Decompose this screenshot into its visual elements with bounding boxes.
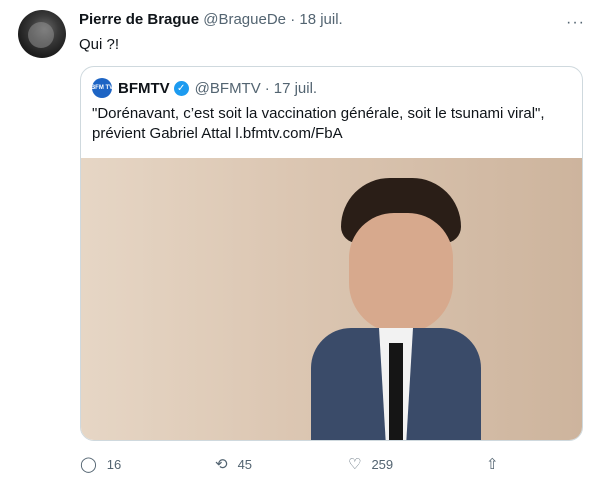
tweet-header: Pierre de Brague @BragueDe · 18 juil. bbox=[79, 11, 343, 28]
portrait-illustration bbox=[311, 178, 481, 440]
share-icon: ⇧ bbox=[486, 456, 499, 473]
more-options-icon[interactable]: ··· bbox=[566, 14, 585, 32]
author-avatar[interactable] bbox=[18, 10, 66, 58]
bfmtv-logo-icon: BFM TV bbox=[91, 78, 113, 98]
tweet-date[interactable]: 18 juil. bbox=[299, 11, 342, 28]
share-button[interactable]: ⇧ bbox=[486, 455, 509, 473]
retweet-button[interactable]: ⟲ 45 bbox=[215, 455, 252, 473]
tweet-card[interactable]: Pierre de Brague @BragueDe · 18 juil. ··… bbox=[0, 0, 603, 483]
separator-dot: · bbox=[290, 11, 296, 28]
author-name[interactable]: Pierre de Brague bbox=[79, 11, 199, 28]
tie-shape bbox=[389, 343, 403, 440]
reply-count: 16 bbox=[106, 456, 122, 472]
retweet-count: 45 bbox=[237, 456, 253, 472]
tweet-actions: ◯ 16 ⟲ 45 ♡ 259 ⇧ bbox=[80, 455, 500, 475]
author-handle[interactable]: @BragueDe bbox=[203, 11, 286, 28]
quoted-tweet[interactable]: BFM TV BFMTV ✓ @BFMTV · 17 juil. "Doréna… bbox=[80, 66, 583, 441]
like-button[interactable]: ♡ 259 bbox=[348, 455, 393, 473]
face-shape bbox=[349, 213, 453, 333]
quoted-separator-dot: · bbox=[264, 79, 270, 97]
quoted-tweet-header: BFM TV BFMTV ✓ @BFMTV · 17 juil. bbox=[91, 78, 317, 98]
quoted-author-handle[interactable]: @BFMTV bbox=[195, 80, 261, 97]
tweet-text: Qui ?! bbox=[79, 36, 120, 53]
retweet-icon: ⟲ bbox=[215, 456, 228, 473]
reply-button[interactable]: ◯ 16 bbox=[80, 455, 121, 473]
quoted-tweet-date[interactable]: 17 juil. bbox=[274, 80, 317, 97]
like-count: 259 bbox=[371, 456, 394, 472]
reply-icon: ◯ bbox=[80, 456, 97, 473]
quoted-author-name[interactable]: BFMTV bbox=[118, 80, 170, 97]
verified-badge-icon: ✓ bbox=[173, 80, 189, 96]
quoted-tweet-text: "Dorénavant, c’est soit la vaccination g… bbox=[92, 105, 545, 142]
heart-icon: ♡ bbox=[348, 456, 362, 473]
quoted-tweet-image[interactable] bbox=[81, 158, 582, 440]
